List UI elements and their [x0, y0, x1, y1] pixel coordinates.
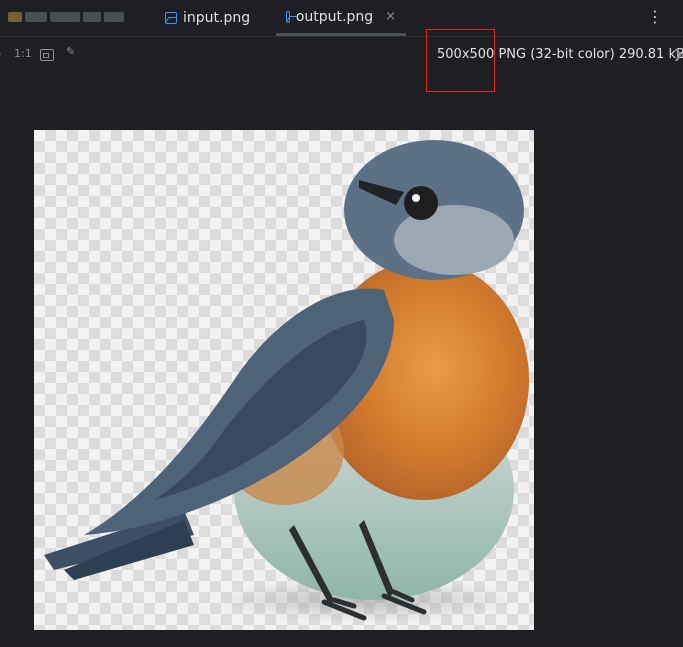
- image-file-icon: [165, 12, 177, 24]
- chevron-right-icon[interactable]: ❯: [673, 47, 683, 61]
- color-picker-icon[interactable]: ✎: [66, 45, 75, 58]
- image-viewer-toolbar: ) 1:1 ✎ 500x500 PNG (32-bit color) 290.8…: [0, 37, 683, 73]
- actual-size-button[interactable]: 1:1: [14, 47, 32, 60]
- blurred-tab[interactable]: [8, 10, 126, 24]
- tab-label: input.png: [183, 10, 251, 26]
- image-file-icon: [286, 10, 290, 23]
- close-icon[interactable]: ×: [385, 9, 396, 24]
- image-canvas[interactable]: [34, 130, 534, 630]
- tab-label: output.png: [295, 8, 374, 25]
- editor-tab-bar: input.png output.png × ⋮: [0, 0, 683, 37]
- highlight-box: [426, 29, 495, 92]
- tab-input-png[interactable]: input.png: [155, 0, 260, 36]
- fit-to-window-icon[interactable]: [40, 49, 54, 61]
- more-options-icon[interactable]: ⋮: [647, 8, 663, 26]
- bird-image: [44, 140, 529, 622]
- zoom-out-icon[interactable]: ): [0, 47, 1, 60]
- tab-output-png[interactable]: output.png ×: [276, 0, 406, 36]
